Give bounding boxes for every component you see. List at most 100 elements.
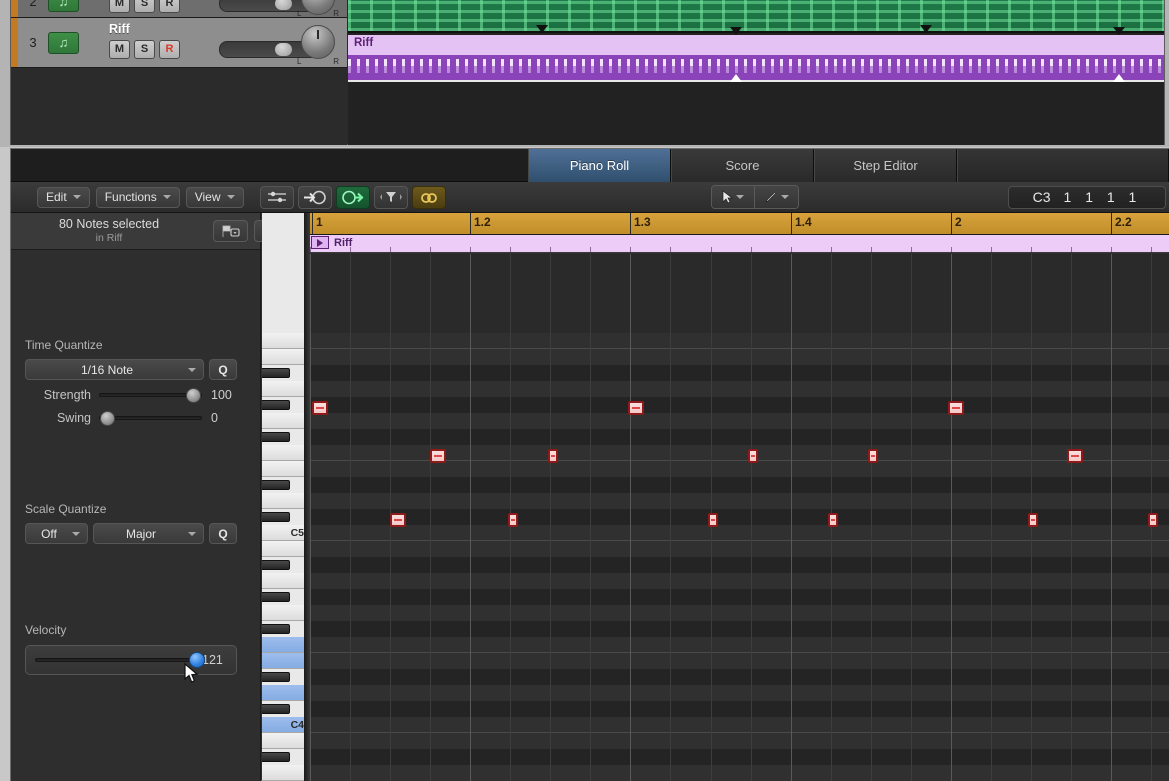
piano-key-white[interactable] bbox=[262, 445, 310, 461]
track-row-riff[interactable]: 3 ♫ Riff M S R L R bbox=[11, 18, 347, 68]
midi-in-icon[interactable] bbox=[297, 185, 332, 209]
midi-note-icon[interactable]: ♫ bbox=[48, 31, 79, 54]
record-enable-button[interactable]: R bbox=[159, 0, 180, 13]
midi-note[interactable] bbox=[1067, 449, 1083, 463]
midi-note[interactable] bbox=[430, 449, 446, 463]
scale-quantize-apply-button[interactable]: Q bbox=[209, 523, 237, 544]
piano-key-black[interactable] bbox=[262, 512, 290, 522]
note-velocity-line bbox=[951, 407, 961, 409]
piano-key-black[interactable] bbox=[262, 704, 290, 714]
region-track2[interactable] bbox=[348, 0, 1164, 33]
volume-knob[interactable] bbox=[275, 0, 292, 10]
midi-note[interactable] bbox=[868, 449, 878, 463]
midi-note[interactable] bbox=[828, 513, 838, 527]
note-attributes-button[interactable] bbox=[213, 220, 248, 242]
midi-note[interactable] bbox=[948, 401, 964, 415]
piano-key-white[interactable] bbox=[262, 765, 310, 781]
region-tick bbox=[510, 247, 511, 252]
velocity-slider[interactable] bbox=[35, 652, 205, 668]
grid-row bbox=[310, 461, 1169, 477]
piano-key-white[interactable] bbox=[262, 573, 310, 589]
midi-note[interactable] bbox=[312, 401, 328, 415]
midi-out-icon[interactable] bbox=[335, 185, 370, 209]
velocity-slider-knob[interactable] bbox=[189, 652, 205, 668]
mute-button[interactable]: M bbox=[109, 0, 130, 13]
link-icon[interactable] bbox=[411, 185, 446, 209]
pan-knob[interactable] bbox=[301, 25, 335, 59]
piano-key-black[interactable] bbox=[262, 672, 290, 682]
strength-slider-knob[interactable] bbox=[186, 388, 201, 403]
tab-score[interactable]: Score bbox=[671, 149, 814, 182]
piano-key-black[interactable] bbox=[262, 592, 290, 602]
piano-key-white[interactable] bbox=[262, 461, 310, 477]
time-quantize-select[interactable]: 1/16 Note bbox=[25, 359, 204, 380]
midi-note[interactable] bbox=[390, 513, 406, 527]
solo-button[interactable]: S bbox=[134, 0, 155, 13]
edit-menu-button[interactable]: Edit bbox=[37, 186, 90, 208]
pointer-tool-icon[interactable] bbox=[712, 186, 755, 208]
midi-note[interactable] bbox=[508, 513, 518, 527]
time-quantize-apply-button[interactable]: Q bbox=[209, 359, 237, 380]
piano-key-black[interactable] bbox=[262, 560, 290, 570]
piano-keyboard[interactable]: C5C4C3 bbox=[262, 213, 310, 781]
piano-key-white[interactable] bbox=[262, 493, 310, 509]
grid-row bbox=[310, 637, 1169, 653]
key-label: C5 bbox=[290, 527, 304, 539]
scale-quantize-scale-select[interactable]: Major bbox=[93, 523, 204, 544]
editor-body: 80 Notes selected in Riff Time Quantize bbox=[11, 213, 1169, 781]
position-display[interactable]: C3 1 1 1 1 bbox=[1008, 185, 1166, 209]
midi-note[interactable] bbox=[1148, 513, 1158, 527]
swing-slider-knob[interactable] bbox=[100, 411, 115, 426]
midi-note[interactable] bbox=[628, 401, 644, 415]
strength-slider[interactable] bbox=[99, 388, 202, 403]
midi-note[interactable] bbox=[1028, 513, 1038, 527]
volume-knob[interactable] bbox=[275, 43, 292, 56]
piano-key-black[interactable] bbox=[262, 400, 290, 410]
piano-key-white[interactable] bbox=[262, 685, 310, 701]
piano-key-black[interactable] bbox=[262, 752, 290, 762]
record-enable-button[interactable]: R bbox=[159, 40, 180, 59]
midi-note-icon[interactable]: ♫ bbox=[48, 0, 79, 12]
tab-step-editor[interactable]: Step Editor bbox=[814, 149, 957, 182]
piano-key-white[interactable] bbox=[262, 637, 310, 653]
piano-key-black[interactable] bbox=[262, 432, 290, 442]
piano-key-white[interactable] bbox=[262, 413, 310, 429]
piano-key-white[interactable] bbox=[262, 381, 310, 397]
region-strip[interactable]: Riff bbox=[310, 235, 1169, 253]
timeline-ruler[interactable]: 1 1.2 1.3 1.4 2 2.2 bbox=[310, 213, 1169, 235]
piano-key-black[interactable] bbox=[262, 368, 290, 378]
grid-line bbox=[791, 254, 792, 781]
piano-key-white[interactable] bbox=[262, 653, 310, 669]
region-tick bbox=[350, 247, 351, 252]
solo-button[interactable]: S bbox=[134, 40, 155, 59]
region-anchor-icon bbox=[920, 25, 932, 33]
note-grid[interactable] bbox=[310, 254, 1169, 781]
piano-key-black[interactable] bbox=[262, 480, 290, 490]
velocity-slider-container[interactable]: 121 bbox=[25, 645, 237, 675]
midi-note[interactable] bbox=[708, 513, 718, 527]
tab-piano-roll[interactable]: Piano Roll bbox=[528, 149, 671, 182]
ruler-label: 1.3 bbox=[634, 215, 651, 229]
scale-quantize-mode-select[interactable]: Off bbox=[25, 523, 88, 544]
view-menu-button[interactable]: View bbox=[185, 186, 244, 208]
chevron-down-icon bbox=[736, 195, 744, 199]
piano-key-white[interactable] bbox=[262, 541, 310, 557]
filter-icon[interactable] bbox=[373, 185, 408, 209]
mute-button[interactable]: M bbox=[109, 40, 130, 59]
ruler-label: 1.2 bbox=[474, 215, 491, 229]
track-controls: M S R L R bbox=[79, 0, 347, 18]
functions-menu-button[interactable]: Functions bbox=[95, 186, 180, 208]
piano-key-white[interactable] bbox=[262, 349, 310, 365]
piano-key-black[interactable] bbox=[262, 624, 290, 634]
midi-note[interactable] bbox=[748, 449, 758, 463]
pencil-tool-icon[interactable] bbox=[755, 186, 798, 208]
midi-note[interactable] bbox=[548, 449, 558, 463]
region-riff[interactable]: Riff bbox=[348, 35, 1164, 82]
piano-key-white[interactable] bbox=[262, 605, 310, 621]
tab-empty bbox=[957, 149, 1169, 182]
automation-icon[interactable] bbox=[259, 185, 294, 209]
piano-key-white[interactable] bbox=[262, 733, 310, 749]
track-row[interactable]: 2 ♫ M S R L R bbox=[11, 0, 347, 18]
piano-key-white[interactable] bbox=[262, 333, 310, 349]
swing-slider[interactable] bbox=[99, 411, 202, 426]
